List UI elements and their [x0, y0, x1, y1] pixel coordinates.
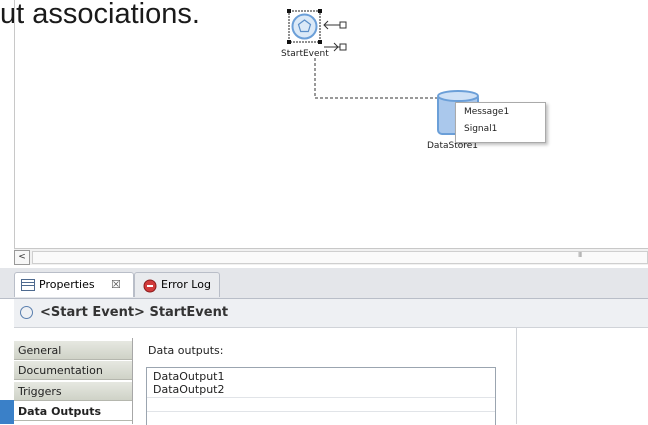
sidebar-item-data-outputs[interactable]: Data Outputs: [14, 402, 132, 421]
popup-item-message[interactable]: Message1: [464, 107, 509, 117]
list-item[interactable]: DataOutput1: [153, 370, 224, 383]
sidebar-item-triggers[interactable]: Triggers: [14, 382, 132, 401]
data-outputs-list[interactable]: DataOutput1 DataOutput2: [146, 367, 496, 425]
close-icon[interactable]: ☒: [111, 273, 121, 297]
properties-icon: [21, 279, 35, 291]
properties-title: <Start Event> StartEvent: [40, 305, 229, 320]
scroll-left-button[interactable]: <: [14, 250, 30, 265]
properties-sidebar: General Documentation Triggers Data Outp…: [14, 338, 133, 424]
list-item[interactable]: DataOutput2: [153, 383, 224, 396]
tab-properties-label: Properties: [39, 278, 95, 291]
data-outputs-label: Data outputs:: [148, 344, 224, 357]
context-popup: Message1 Signal1: [455, 102, 546, 143]
tab-error-log-label: Error Log: [161, 278, 211, 291]
horizontal-scrollbar[interactable]: < III: [14, 248, 648, 265]
background-fragment: [0, 400, 14, 424]
sidebar-item-documentation[interactable]: Documentation: [14, 361, 132, 380]
association-line[interactable]: [312, 58, 452, 108]
start-event-icon: [287, 9, 322, 44]
popup-item-signal[interactable]: Signal1: [464, 124, 497, 134]
start-event-small-icon: [20, 306, 33, 319]
view-tab-bar: Properties ☒ Error Log: [0, 268, 648, 299]
start-event-node[interactable]: [287, 9, 322, 44]
sidebar-item-general[interactable]: General: [14, 341, 132, 360]
properties-header: <Start Event> StartEvent: [14, 299, 648, 328]
scroll-thumb-grip[interactable]: III: [578, 251, 582, 259]
tab-properties[interactable]: Properties ☒: [14, 272, 134, 297]
tab-error-log[interactable]: Error Log: [134, 272, 220, 297]
scroll-track[interactable]: III: [32, 251, 648, 264]
panel-divider[interactable]: [516, 327, 517, 424]
